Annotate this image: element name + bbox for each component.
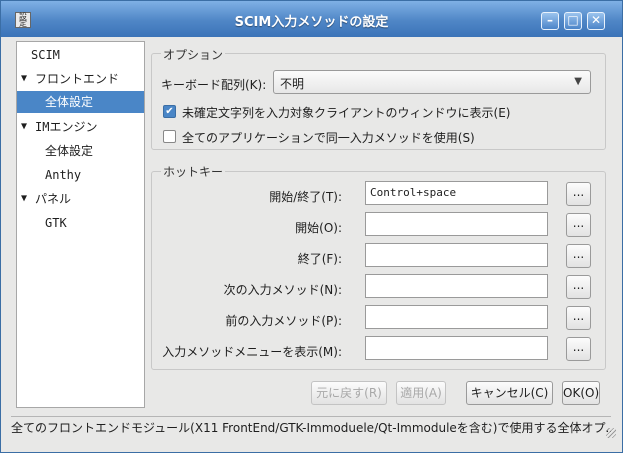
hotkey-toggle-edit-button[interactable]: ... — [566, 182, 591, 206]
status-bar: 全てのフロントエンドモジュール(X11 FrontEnd/GTK-Immodue… — [11, 416, 611, 439]
settings-tree[interactable]: SCIM ▼ フロントエンド 全体設定 ▼ IMエンジン 全体設定 Anthy … — [16, 41, 145, 408]
hotkey-label: 終了(F): — [297, 252, 342, 266]
tree-item-panel[interactable]: ▼ パネル — [17, 188, 144, 210]
close-button[interactable]: ✕ — [587, 12, 605, 30]
tree-item-gtk[interactable]: GTK — [17, 212, 144, 234]
hotkey-off-field[interactable] — [365, 243, 548, 267]
settings-window: 設 定 SCIM入力メソッドの設定 – □ ✕ SCIM ▼ フロントエンド 全… — [0, 0, 623, 453]
title-bar[interactable]: 設 定 SCIM入力メソッドの設定 – □ ✕ — [1, 1, 622, 37]
expand-arrow-icon[interactable]: ▼ — [21, 116, 27, 138]
tree-item-anthy[interactable]: Anthy — [17, 164, 144, 186]
tree-item-frontend-global[interactable]: 全体設定 — [17, 91, 144, 113]
hotkey-label: 入力メソッドメニューを表示(M): — [162, 345, 342, 359]
apply-button[interactable]: 適用(A) — [396, 381, 446, 405]
keyboard-layout-label: キーボード配列(K): — [161, 78, 267, 92]
window-title: SCIM入力メソッドの設定 — [234, 15, 389, 30]
tree-item-label: 全体設定 — [45, 95, 94, 109]
revert-button[interactable]: 元に戻す(R) — [311, 381, 387, 405]
tree-item-imengine[interactable]: ▼ IMエンジン — [17, 116, 144, 138]
close-icon: ✕ — [590, 13, 602, 27]
hotkey-prev-im-field[interactable] — [365, 305, 548, 329]
hotkey-on-edit-button[interactable]: ... — [566, 213, 591, 237]
hotkeys-group-title: ホットキー — [161, 163, 226, 180]
show-preedit-checkbox[interactable]: ✔ — [163, 105, 176, 118]
tree-item-scim[interactable]: SCIM — [17, 44, 144, 66]
hotkey-prev-im-edit-button[interactable]: ... — [566, 306, 591, 330]
expand-arrow-icon[interactable]: ▼ — [21, 188, 27, 210]
keyboard-layout-select[interactable]: 不明 ▼ — [273, 70, 591, 94]
tree-item-label: 全体設定 — [45, 144, 94, 158]
tree-item-label: パネル — [35, 192, 72, 206]
dropdown-arrow-icon: ▼ — [574, 76, 582, 87]
tree-item-label: GTK — [45, 216, 67, 230]
hotkey-im-menu-edit-button[interactable]: ... — [566, 337, 591, 361]
hotkey-im-menu-field[interactable] — [365, 336, 548, 360]
ok-button[interactable]: OK(O) — [562, 381, 600, 405]
hotkey-next-im-field[interactable] — [365, 274, 548, 298]
tree-item-label: Anthy — [45, 168, 82, 182]
expand-arrow-icon[interactable]: ▼ — [21, 68, 27, 90]
maximize-button[interactable]: □ — [564, 12, 582, 30]
tree-item-label: SCIM — [31, 48, 60, 62]
keyboard-layout-value: 不明 — [280, 77, 305, 91]
hotkey-label: 次の入力メソッド(N): — [223, 283, 342, 297]
hotkey-label: 開始(O): — [295, 221, 342, 235]
hotkey-toggle-field[interactable]: Control+space — [365, 181, 548, 205]
maximize-icon: □ — [567, 13, 579, 27]
minimize-button[interactable]: – — [541, 12, 559, 30]
tree-item-label: フロントエンド — [35, 72, 120, 86]
tree-item-imengine-global[interactable]: 全体設定 — [17, 140, 144, 162]
shared-input-method-label[interactable]: 全てのアプリケーションで同一入力メソッドを使用(S) — [182, 129, 475, 146]
cancel-button[interactable]: キャンセル(C) — [466, 381, 553, 405]
hotkey-next-im-edit-button[interactable]: ... — [566, 275, 591, 299]
show-preedit-label[interactable]: 未確定文字列を入力対象クライアントのウィンドウに表示(E) — [182, 104, 510, 121]
hotkey-label: 前の入力メソッド(P): — [225, 314, 342, 328]
shared-input-method-checkbox[interactable] — [163, 130, 176, 143]
resize-grip-icon[interactable] — [606, 428, 616, 438]
hotkey-off-edit-button[interactable]: ... — [566, 244, 591, 268]
tree-item-frontend[interactable]: ▼ フロントエンド — [17, 68, 144, 90]
hotkey-on-field[interactable] — [365, 212, 548, 236]
hotkey-label: 開始/終了(T): — [269, 190, 342, 204]
minimize-icon: – — [547, 13, 553, 27]
tree-item-label: IMエンジン — [35, 120, 98, 134]
options-group-title: オプション — [161, 46, 226, 63]
check-icon: ✔ — [165, 106, 174, 117]
